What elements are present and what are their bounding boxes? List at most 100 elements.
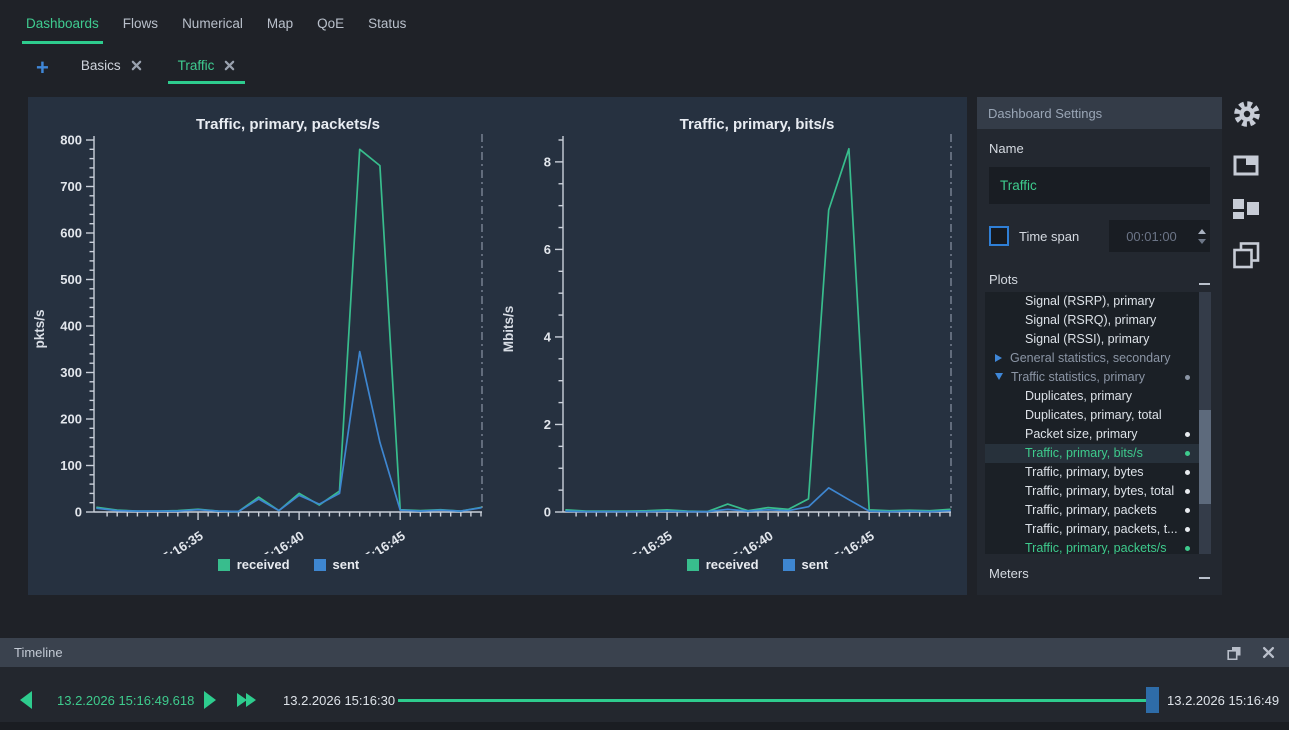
timeline-range-end: 13.2.2026 15:16:49 [1167,693,1279,708]
spin-up-icon[interactable] [1198,229,1206,234]
legend-item-sent: sent [783,557,829,572]
tab-traffic[interactable]: Traffic [168,50,246,84]
plotted-dot [1185,527,1190,532]
plot-item-traffic-primary-packets-t[interactable]: Traffic, primary, packets, t... [985,520,1199,539]
chart-legend: received sent [218,557,360,572]
plot-item-traffic-primary-packets-s[interactable]: Traffic, primary, packets/s [985,539,1199,554]
plots-list: Signal (RSRP), primary Signal (RSRQ), pri… [985,292,1211,554]
legend-swatch [218,559,230,571]
svg-text:Mbits/s: Mbits/s [501,306,516,353]
tab-bar: + Basics Traffic [0,50,261,90]
plotted-dot [1185,508,1190,513]
nav-item-status[interactable]: Status [364,0,410,44]
plot-item-traffic-primary-bytes[interactable]: Traffic, primary, bytes [985,463,1199,482]
collapse-plots-button[interactable] [1199,283,1210,285]
new-window-icon[interactable] [1233,154,1259,177]
timeline-panel: Timeline 13.2.2026 15:16:49.618 13.2.202… [0,638,1289,722]
legend-item-sent: sent [314,557,360,572]
plot-item-label: General statistics, secondary [1010,351,1171,365]
nav-item-flows[interactable]: Flows [119,0,162,44]
fast-forward-button[interactable] [237,693,256,712]
close-icon[interactable] [1262,646,1275,659]
plots-scrollbar[interactable] [1199,292,1211,554]
plots-list-rows: Signal (RSRP), primary Signal (RSRQ), pri… [985,292,1199,554]
play-button[interactable] [204,691,216,709]
plot-item-signal-rssi-primary[interactable]: Signal (RSSI), primary [985,330,1199,349]
svg-text:15:16:40: 15:16:40 [255,528,307,554]
plot-item-duplicates-primary-total[interactable]: Duplicates, primary, total [985,406,1199,425]
plot-item-signal-rsrp-primary[interactable]: Signal (RSRP), primary [985,292,1199,311]
svg-text:15:16:35: 15:16:35 [154,528,206,554]
tab-close-icon[interactable] [224,60,235,71]
plot-item-signal-rsrq-primary[interactable]: Signal (RSRQ), primary [985,311,1199,330]
collapse-meters-button[interactable] [1199,577,1210,579]
duplicate-icon[interactable] [1233,242,1260,269]
chart-bits[interactable]: Traffic, primary, bits/sMbits/s0246815:1… [497,102,966,554]
legend-swatch [314,559,326,571]
plot-item-traffic-primary-bytes-total[interactable]: Traffic, primary, bytes, total [985,482,1199,501]
plot-item-duplicates-primary[interactable]: Duplicates, primary [985,387,1199,406]
svg-text:pkts/s: pkts/s [32,309,47,348]
plot-item-traffic-primary-packets[interactable]: Traffic, primary, packets [985,501,1199,520]
svg-text:0: 0 [544,505,551,520]
legend-label: sent [802,557,829,572]
add-tab-button[interactable]: + [36,55,49,81]
settings-panel-header: Dashboard Settings [977,97,1222,129]
chevron-down-icon[interactable] [995,373,1003,380]
legend-label: received [706,557,759,572]
plot-item-label: Traffic, primary, bits/s [1025,446,1143,460]
plotted-dot [1185,546,1190,551]
right-toolbar [1230,100,1282,269]
legend-label: received [237,557,290,572]
plot-item-label: Traffic, primary, packets/s [1025,541,1166,554]
timeline-slider-handle[interactable] [1146,687,1159,713]
time-span-value: 00:01:00 [1109,229,1194,244]
plots-scrollbar-thumb[interactable] [1199,410,1211,504]
dashboard-name-input[interactable] [989,167,1210,204]
dashboard-settings-panel: Dashboard Settings Name Time span 00:01:… [977,97,1222,595]
timeline-range-start: 13.2.2026 15:16:30 [283,693,395,708]
plot-item-label: Signal (RSRP), primary [1025,294,1155,308]
dashboard-layout-icon[interactable] [1233,198,1259,221]
svg-text:15:16:35: 15:16:35 [623,528,675,554]
legend-item-received: received [218,557,290,572]
plot-item-label: Signal (RSSI), primary [1025,332,1149,346]
bottom-strip [0,722,1289,730]
chart-packets[interactable]: Traffic, primary, packets/spkts/s0100200… [28,102,497,554]
time-span-input[interactable]: 00:01:00 [1109,220,1210,252]
gear-icon[interactable] [1233,100,1261,128]
legend-swatch [783,559,795,571]
nav-item-numerical[interactable]: Numerical [178,0,247,44]
tab-basics[interactable]: Basics [71,50,152,84]
time-span-label: Time span [1019,229,1109,244]
plot-item-traffic-primary-bits-s[interactable]: Traffic, primary, bits/s [985,444,1199,463]
chevron-right-icon[interactable] [995,354,1002,362]
plot-item-traffic-statistics-primary[interactable]: Traffic statistics, primary [985,368,1199,387]
svg-text:8: 8 [544,154,551,169]
tab-label: Basics [81,58,121,73]
svg-text:0: 0 [75,505,82,520]
tab-close-icon[interactable] [131,60,142,71]
time-span-stepper [1194,220,1210,252]
svg-text:15:16:45: 15:16:45 [356,528,408,554]
nav-item-qoe[interactable]: QoE [313,0,348,44]
svg-text:15:16:45: 15:16:45 [825,528,877,554]
plotted-dot [1185,432,1190,437]
spin-down-icon[interactable] [1198,239,1206,244]
chart-box-bits: Traffic, primary, bits/sMbits/s0246815:1… [497,97,966,595]
time-span-checkbox[interactable] [989,226,1009,246]
nav-item-dashboards[interactable]: Dashboards [22,0,103,44]
restore-window-icon[interactable] [1227,646,1242,660]
settings-panel-title: Dashboard Settings [988,106,1102,121]
step-back-button[interactable] [20,691,32,709]
plot-item-packet-size-primary[interactable]: Packet size, primary [985,425,1199,444]
legend-swatch [687,559,699,571]
svg-text:4: 4 [544,329,552,344]
nav-item-map[interactable]: Map [263,0,297,44]
chart-legend: received sent [687,557,829,572]
plot-item-label: Packet size, primary [1025,427,1138,441]
timeline-track[interactable] [398,699,1147,702]
timeline-current-time: 13.2.2026 15:16:49.618 [57,693,194,708]
plotted-dot [1185,470,1190,475]
plot-item-general-statistics-secondary[interactable]: General statistics, secondary [985,349,1199,368]
